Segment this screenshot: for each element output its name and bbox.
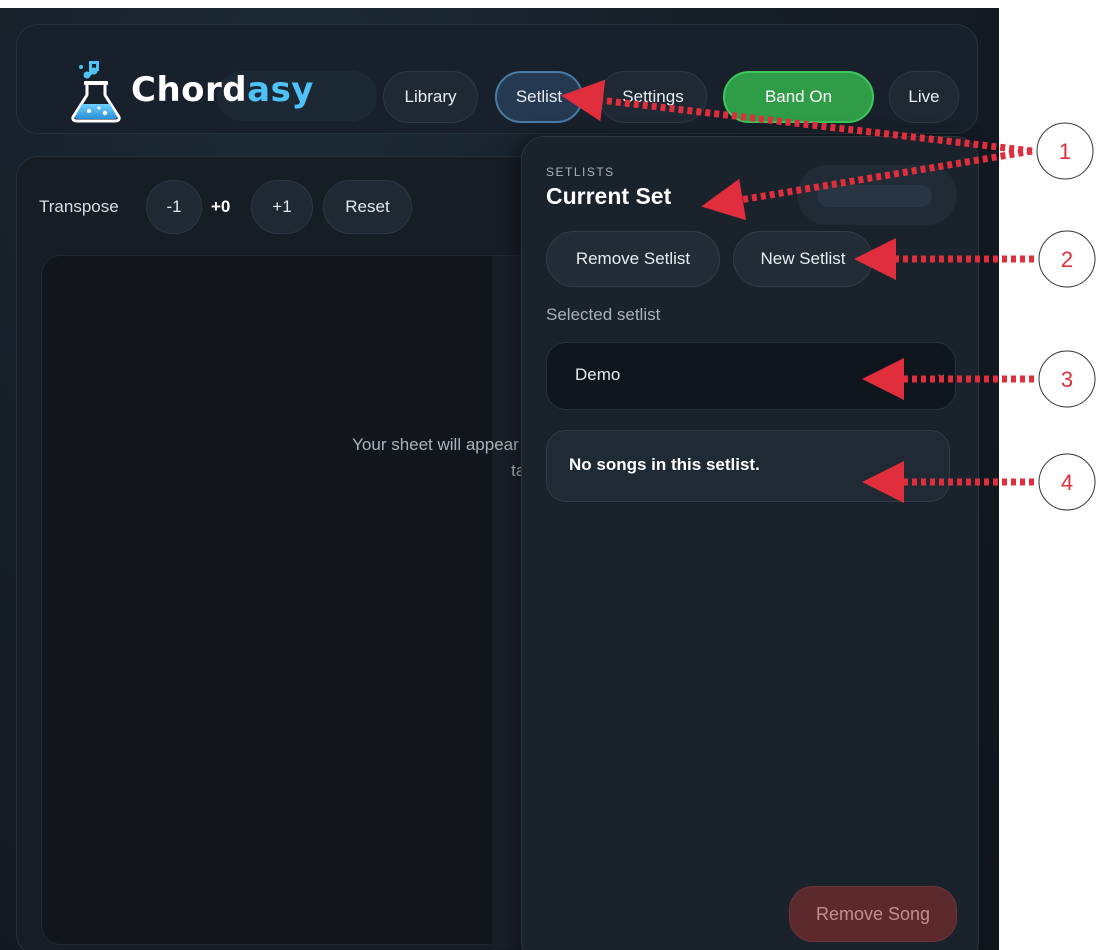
empty-setlist-card: No songs in this setlist.: [546, 430, 950, 502]
chevron-down-icon: ⌄: [935, 365, 947, 381]
app-name-accent: asy: [247, 70, 314, 110]
setlist-select-value: Demo: [575, 365, 621, 384]
new-setlist-button[interactable]: New Setlist: [733, 231, 873, 287]
callout-number-2: 2: [1061, 247, 1073, 272]
top-bar: Chordasy Library Setlist Settings Band O…: [16, 24, 978, 134]
callout-circle-4: [1038, 453, 1096, 511]
transpose-down-button[interactable]: -1: [146, 180, 202, 234]
nav-live-button[interactable]: Live: [889, 71, 959, 123]
app-logo[interactable]: Chordasy: [67, 57, 314, 123]
sheet-area: Your sheet will appear here in tablet la…: [41, 255, 672, 946]
callout-number-4: 4: [1061, 470, 1073, 495]
selected-setlist-label: Selected setlist: [546, 305, 661, 324]
setlist-panel: SETLISTS Current Set Remove Setlist New …: [521, 136, 979, 950]
callout-circle-1: [1036, 122, 1094, 180]
transpose-up-button[interactable]: +1: [251, 180, 313, 234]
nav-setlist-button[interactable]: Setlist: [495, 71, 583, 123]
empty-setlist-message: No songs in this setlist.: [569, 455, 760, 474]
panel-glow: [797, 165, 957, 225]
transpose-reset-button[interactable]: Reset: [323, 180, 412, 234]
band-on-toggle[interactable]: Band On: [723, 71, 874, 123]
app-name-main: Chord: [131, 70, 248, 110]
panel-title: Current Set: [546, 183, 672, 209]
callout-circle-2: [1038, 230, 1096, 288]
remove-setlist-button[interactable]: Remove Setlist: [546, 231, 720, 287]
remove-song-button[interactable]: Remove Song: [789, 886, 957, 942]
setlist-select[interactable]: Demo ⌄: [546, 342, 956, 410]
flask-logo-icon: [71, 61, 121, 123]
transpose-label: Transpose: [39, 197, 119, 216]
callout-circle-3: [1038, 350, 1096, 408]
nav-library-button[interactable]: Library: [383, 71, 478, 123]
nav-settings-button[interactable]: Settings: [599, 71, 707, 123]
panel-eyebrow: SETLISTS: [546, 165, 615, 179]
callout-number-3: 3: [1061, 367, 1073, 392]
transpose-value: +0: [211, 197, 231, 216]
callout-number-1: 1: [1059, 139, 1071, 164]
sheet-panel: Transpose -1 +0 +1 Reset Your sheet will…: [16, 156, 672, 950]
app-name: Chordasy: [131, 70, 314, 110]
app-window: Chordasy Library Setlist Settings Band O…: [0, 8, 999, 950]
